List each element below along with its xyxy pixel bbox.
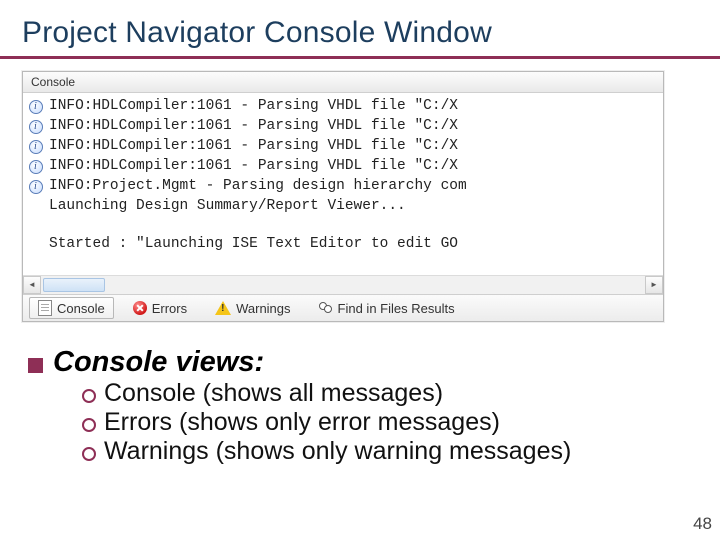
console-line: INFO:HDLCompiler:1061 - Parsing VHDL fil… [25,137,661,157]
tab-errors[interactable]: Errors [124,297,196,319]
bullet-l1: Console views: [28,346,698,379]
console-text: Started : "Launching ISE Text Editor to … [49,235,458,255]
console-text: INFO:HDLCompiler:1061 - Parsing VHDL fil… [49,97,458,117]
info-icon [29,120,43,134]
tab-warnings[interactable]: Warnings [206,297,299,319]
tab-label: Warnings [236,301,290,316]
console-line: INFO:Project.Mgmt - Parsing design hiera… [25,177,661,197]
info-icon [29,160,43,174]
blank-line [25,217,661,235]
console-text: INFO:HDLCompiler:1061 - Parsing VHDL fil… [49,137,458,157]
bullet-l1-text: Console views: [53,346,264,379]
console-panel-label: Console [23,72,663,93]
warning-icon [215,301,231,315]
bullet-l2-text: Errors (shows only error messages) [104,408,500,437]
title-rule [0,56,720,59]
info-icon [29,180,43,194]
bullet-l2-text: Warnings (shows only warning messages) [104,437,571,466]
tab-label: Console [57,301,105,316]
tab-label: Find in Files Results [338,301,455,316]
tab-console[interactable]: Console [29,297,114,319]
console-line: Launching Design Summary/Report Viewer..… [25,197,661,217]
bullet-section: Console views: Console (shows all messag… [22,346,698,466]
document-icon [38,300,52,316]
ring-bullet-icon [82,389,96,403]
info-icon [29,140,43,154]
console-window: Console INFO:HDLCompiler:1061 - Parsing … [22,71,664,322]
ring-bullet-icon [82,447,96,461]
console-line: INFO:HDLCompiler:1061 - Parsing VHDL fil… [25,157,661,177]
bullet-l2: Errors (shows only error messages) [82,408,698,437]
scroll-right-button[interactable]: ► [645,276,663,294]
blank-line [25,255,661,273]
error-icon [133,301,147,315]
console-line: INFO:HDLCompiler:1061 - Parsing VHDL fil… [25,97,661,117]
info-icon [29,100,43,114]
bullet-l2-text: Console (shows all messages) [104,379,443,408]
slide-title: Project Navigator Console Window [22,16,698,50]
console-text: INFO:Project.Mgmt - Parsing design hiera… [49,177,467,197]
scroll-left-button[interactable]: ◄ [23,276,41,294]
tab-find-in-files[interactable]: Find in Files Results [310,297,464,319]
console-text: INFO:HDLCompiler:1061 - Parsing VHDL fil… [49,157,458,177]
console-line: Started : "Launching ISE Text Editor to … [25,235,661,255]
page-number: 48 [693,514,712,534]
square-bullet-icon [28,358,43,373]
horizontal-scrollbar[interactable]: ◄ ► [23,275,663,294]
scroll-thumb[interactable] [43,278,105,292]
bullet-l2: Console (shows all messages) [82,379,698,408]
bullet-l2: Warnings (shows only warning messages) [82,437,698,466]
binoculars-icon [319,302,333,314]
tab-label: Errors [152,301,187,316]
console-tabs: Console Errors Warnings Find in Files Re… [23,294,663,321]
console-output: INFO:HDLCompiler:1061 - Parsing VHDL fil… [23,93,663,275]
console-text: INFO:HDLCompiler:1061 - Parsing VHDL fil… [49,117,458,137]
ring-bullet-icon [82,418,96,432]
console-line: INFO:HDLCompiler:1061 - Parsing VHDL fil… [25,117,661,137]
console-text: Launching Design Summary/Report Viewer..… [49,197,406,217]
